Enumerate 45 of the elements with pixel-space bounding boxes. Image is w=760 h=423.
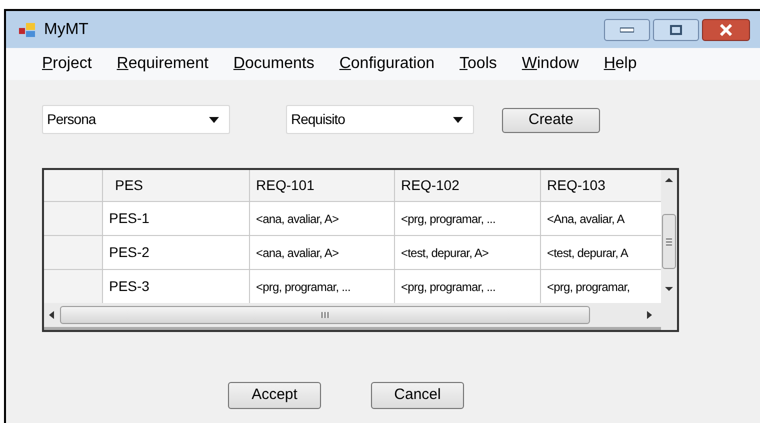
table-cell: PES-2 — [103, 236, 249, 269]
app-icon — [18, 22, 38, 38]
grip-icon — [665, 238, 673, 246]
column-header[interactable]: REQ-103 — [541, 170, 661, 201]
menu-item[interactable]: Tools — [460, 52, 497, 76]
table-cell: <prg, programar, ... — [395, 270, 540, 303]
column-header[interactable]: PES — [103, 170, 249, 201]
minimize-button[interactable] — [604, 18, 650, 40]
dropdown[interactable]: Persona — [42, 105, 230, 134]
scrollbar-thumb[interactable] — [662, 214, 676, 269]
close-button[interactable] — [702, 18, 750, 40]
corner-header — [44, 170, 102, 201]
menu-item[interactable]: Requirement — [116, 52, 208, 76]
table-cell: <ana, avaliar, A> — [250, 236, 394, 269]
table-cell: <test, depurar, A> — [395, 236, 540, 269]
maximize-button[interactable] — [653, 18, 699, 40]
close-icon — [719, 24, 733, 36]
table-cell: <prg, programar, ... — [395, 202, 540, 235]
dialog-button[interactable]: Cancel — [371, 382, 464, 409]
maximize-icon — [670, 24, 682, 34]
scroll-down-icon — [664, 285, 674, 293]
scroll-up-icon — [664, 176, 674, 184]
create-button[interactable]: Create — [502, 108, 600, 133]
scrollbar-thumb[interactable] — [60, 306, 590, 324]
table-cell: <prg, programar, ... — [250, 270, 394, 303]
table-cell: <Ana, avaliar, A — [541, 202, 661, 235]
dialog-button[interactable]: Accept — [228, 382, 321, 409]
table-cell: <prg, programar, — [541, 270, 661, 303]
dropdown-arrow-icon — [453, 116, 463, 122]
menu-item[interactable]: Window — [522, 52, 579, 76]
dropdown-arrow-icon — [209, 116, 219, 122]
table-cell: <ana, avaliar, A> — [250, 202, 394, 235]
menu-item[interactable]: Project — [42, 52, 92, 76]
grip-icon — [321, 311, 329, 319]
column-header[interactable]: REQ-101 — [250, 170, 394, 201]
table-cell: PES-1 — [103, 202, 249, 235]
dropdown[interactable]: Requisito — [286, 105, 474, 134]
column-header[interactable]: REQ-102 — [395, 170, 540, 201]
minimize-icon — [620, 26, 634, 32]
menu-item[interactable]: Documents — [233, 52, 314, 76]
menu-item[interactable]: Configuration — [339, 52, 435, 76]
menu-item[interactable]: Help — [604, 52, 637, 76]
table-cell: <test, depurar, A — [541, 236, 661, 269]
table-cell: PES-3 — [103, 270, 249, 303]
window-title: MyMT — [44, 20, 88, 40]
